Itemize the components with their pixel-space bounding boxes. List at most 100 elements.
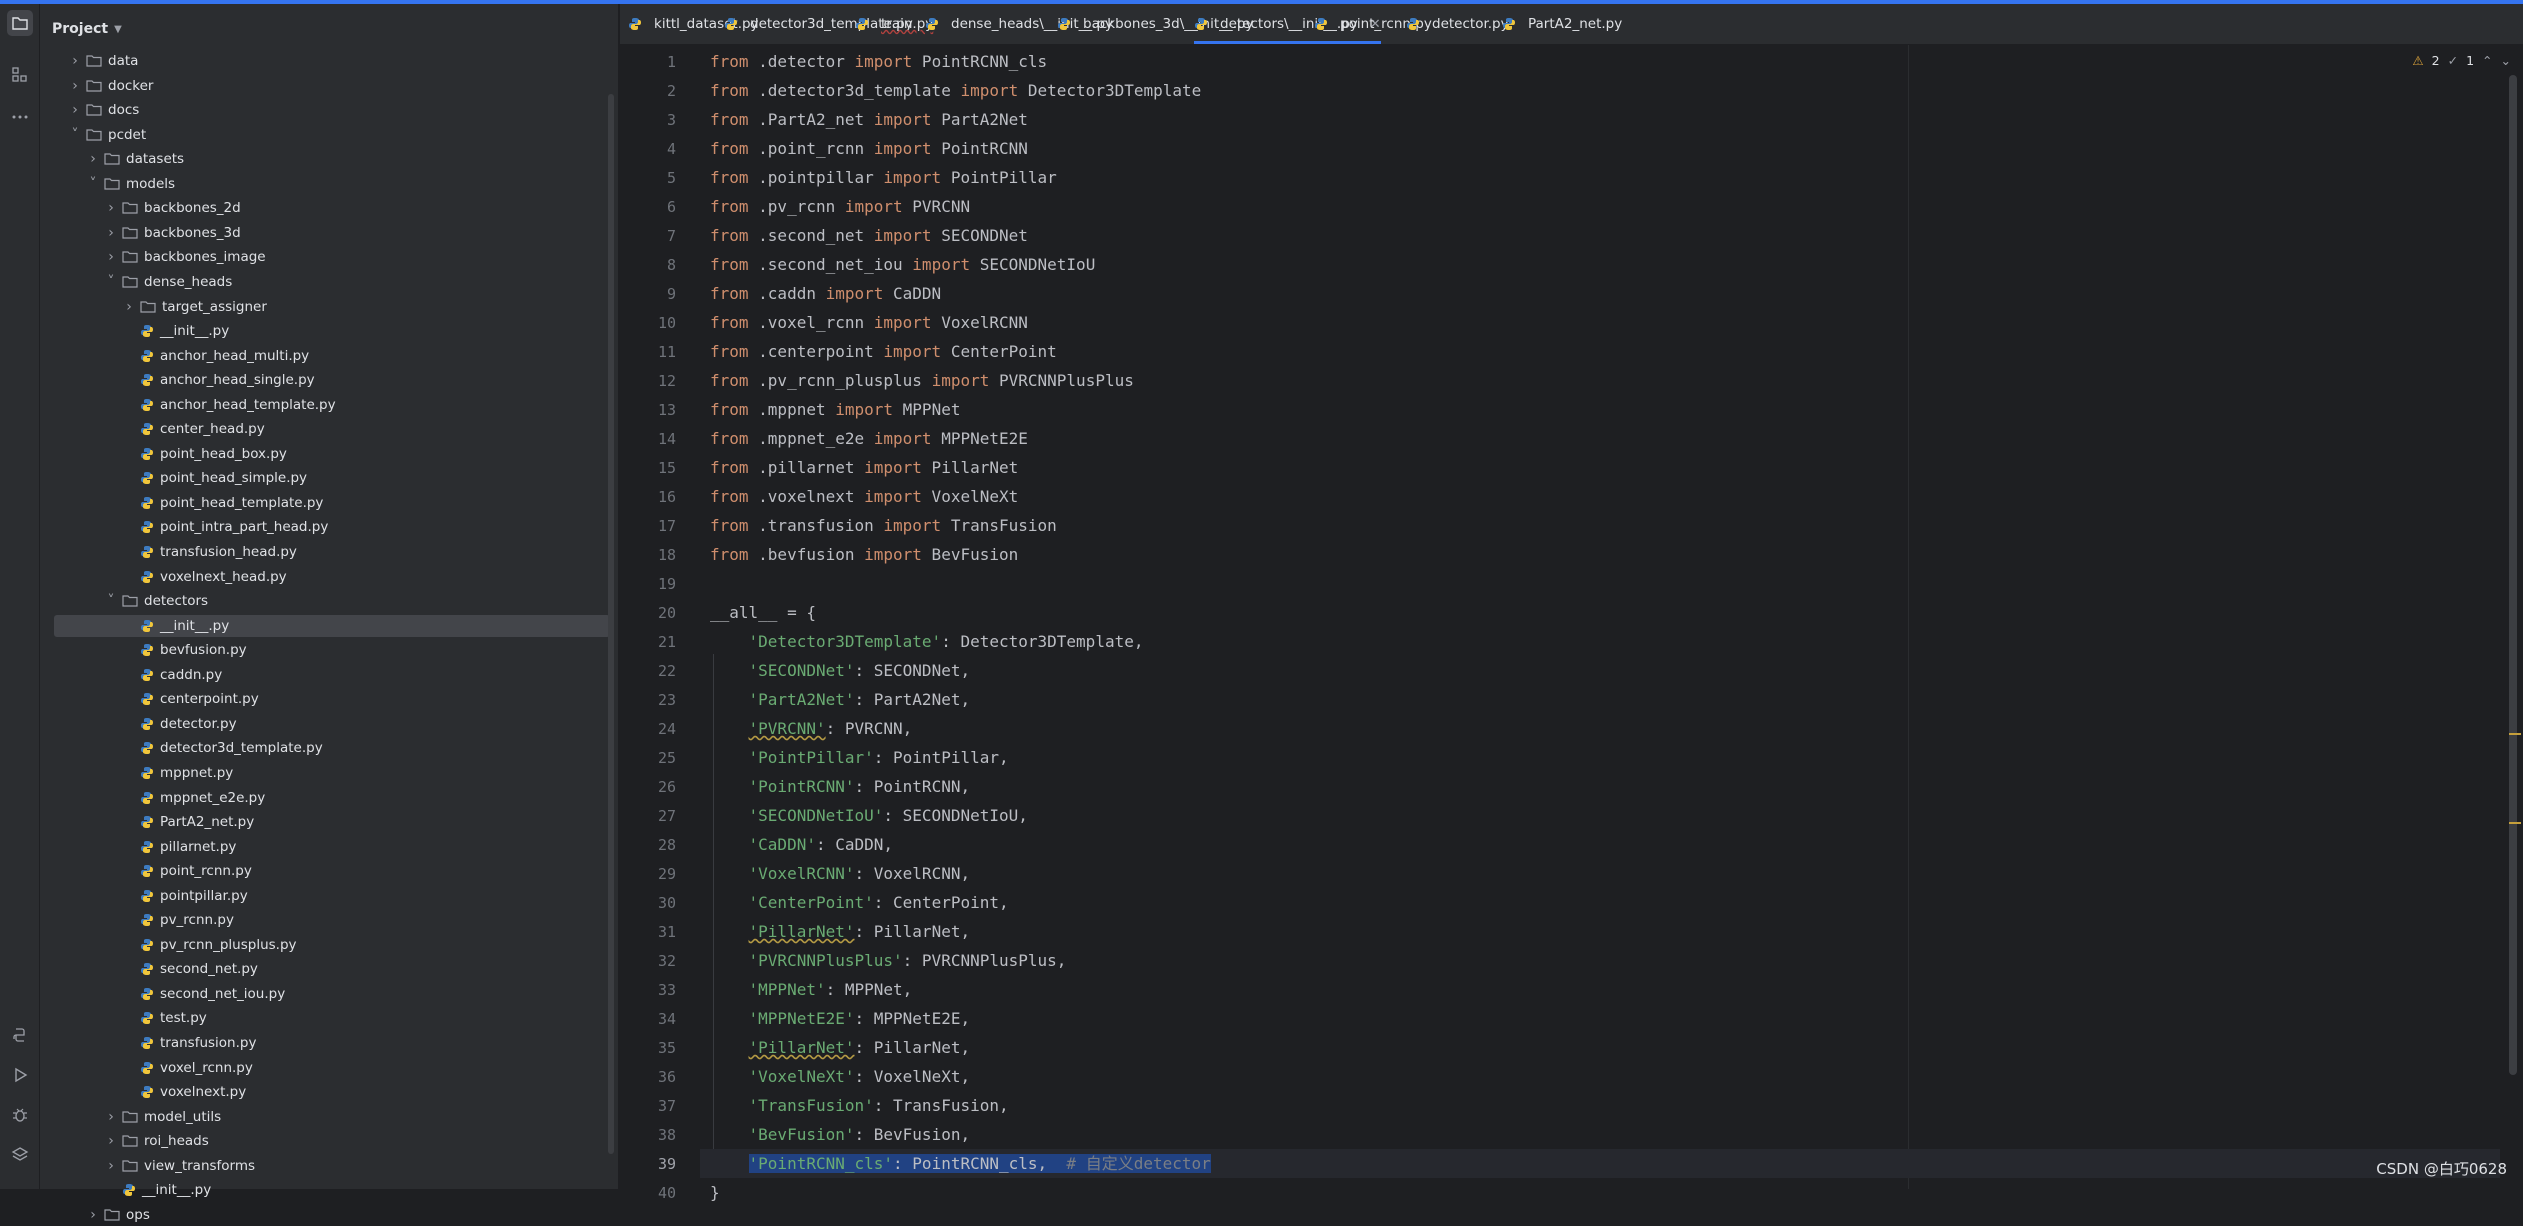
tree-file[interactable]: voxelnext_head.py xyxy=(54,566,610,588)
code-line[interactable]: from .voxel_rcnn import VoxelRCNN xyxy=(710,308,1028,337)
tree-file[interactable]: PartA2_net.py xyxy=(54,811,610,833)
code-line[interactable]: from .mppnet_e2e import MPPNetE2E xyxy=(710,424,1028,453)
chevron-right-icon[interactable]: › xyxy=(86,151,100,167)
code-line[interactable]: 'TransFusion': TransFusion, xyxy=(710,1091,1009,1120)
python-packages-button[interactable] xyxy=(7,1022,33,1048)
tree-file[interactable]: transfusion.py xyxy=(54,1032,610,1054)
code-line[interactable]: from .caddn import CaDDN xyxy=(710,279,941,308)
code-line[interactable]: from .mppnet import MPPNet xyxy=(710,395,960,424)
code-line[interactable]: 'PartA2Net': PartA2Net, xyxy=(710,685,971,714)
tree-folder[interactable]: › model_utils xyxy=(54,1106,610,1128)
chevron-down-icon[interactable]: ˅ xyxy=(68,127,82,143)
code-line[interactable]: 'CenterPoint': CenterPoint, xyxy=(710,888,1009,917)
code-line[interactable]: } xyxy=(710,1178,720,1207)
tree-folder[interactable]: › view_transforms xyxy=(54,1155,610,1177)
tree-folder[interactable]: › data xyxy=(54,50,610,72)
chevron-right-icon[interactable]: › xyxy=(104,1158,118,1174)
run-button[interactable] xyxy=(7,1062,33,1088)
chevron-down-icon[interactable]: ˅ xyxy=(104,593,118,609)
warning-stripe-mark[interactable] xyxy=(2509,822,2521,824)
inspection-widget[interactable]: ⚠ 2 ✓ 1 ⌃ ⌄ xyxy=(2412,47,2511,73)
chevron-right-icon[interactable]: › xyxy=(104,225,118,241)
code-line[interactable]: __all__ = { xyxy=(710,598,816,627)
code-line[interactable]: 'MPPNet': MPPNet, xyxy=(710,975,913,1004)
tree-folder[interactable]: › docker xyxy=(54,75,610,97)
tree-folder[interactable]: › ops xyxy=(54,1204,610,1226)
tree-folder[interactable]: › backbones_2d xyxy=(54,197,610,219)
tree-folder[interactable]: ˅ pcdet xyxy=(54,124,610,146)
chevron-down-icon[interactable]: ˅ xyxy=(104,274,118,290)
tree-file[interactable]: point_head_box.py xyxy=(54,443,610,465)
tree-file[interactable]: point_rcnn.py xyxy=(54,860,610,882)
tree-file[interactable]: second_net_iou.py xyxy=(54,983,610,1005)
tree-file[interactable]: pointpillar.py xyxy=(54,885,610,907)
tree-folder[interactable]: › backbones_3d xyxy=(54,222,610,244)
chevron-right-icon[interactable]: › xyxy=(122,299,136,315)
code-line[interactable]: 'CaDDN': CaDDN, xyxy=(710,830,894,859)
tree-file[interactable]: mppnet_e2e.py xyxy=(54,787,610,809)
chevron-up-icon[interactable]: ⌃ xyxy=(2482,53,2492,68)
layers-button[interactable] xyxy=(7,1142,33,1168)
more-tools-button[interactable] xyxy=(7,104,33,130)
code-line[interactable]: from .centerpoint import CenterPoint xyxy=(710,337,1057,366)
code-line[interactable]: from .second_net_iou import SECONDNetIoU xyxy=(710,250,1095,279)
project-scrollbar[interactable] xyxy=(608,94,614,1154)
tree-file[interactable]: centerpoint.py xyxy=(54,688,610,710)
code-line[interactable]: 'VoxelRCNN': VoxelRCNN, xyxy=(710,859,971,888)
warning-stripe-mark[interactable] xyxy=(2509,733,2521,735)
project-panel-header[interactable]: Project ▼ xyxy=(52,14,122,44)
code-line[interactable]: 'BevFusion': BevFusion, xyxy=(710,1120,971,1149)
structure-tool-button[interactable] xyxy=(7,62,33,88)
code-line[interactable]: from .transfusion import TransFusion xyxy=(710,511,1057,540)
code-line[interactable]: 'Detector3DTemplate': Detector3DTemplate… xyxy=(710,627,1144,656)
code-line[interactable]: from .point_rcnn import PointRCNN xyxy=(710,134,1028,163)
code-line[interactable]: from .detector3d_template import Detecto… xyxy=(710,76,1201,105)
chevron-right-icon[interactable]: › xyxy=(104,200,118,216)
code-line[interactable]: from .pillarnet import PillarNet xyxy=(710,453,1018,482)
editor-scrollbar[interactable] xyxy=(2509,75,2517,1075)
code-line[interactable]: from .PartA2_net import PartA2Net xyxy=(710,105,1028,134)
tree-file[interactable]: voxelnext.py xyxy=(54,1081,610,1103)
editor-tab[interactable]: PartA2_net.py xyxy=(1502,4,1622,44)
code-line[interactable]: 'PVRCNN': PVRCNN, xyxy=(710,714,913,743)
tree-folder[interactable]: ˅ models xyxy=(54,173,610,195)
tree-file[interactable]: __init__.py xyxy=(54,320,610,342)
tree-folder[interactable]: › docs xyxy=(54,99,610,121)
chevron-right-icon[interactable]: › xyxy=(68,102,82,118)
tree-file[interactable]: transfusion_head.py xyxy=(54,541,610,563)
chevron-down-icon[interactable]: ⌄ xyxy=(2501,53,2511,68)
tree-file[interactable]: pillarnet.py xyxy=(54,836,610,858)
code-line[interactable]: 'PointRCNN': PointRCNN, xyxy=(710,772,971,801)
tree-file[interactable]: bevfusion.py xyxy=(54,639,610,661)
tree-folder[interactable]: ˅ detectors xyxy=(54,590,610,612)
code-line[interactable]: 'SECONDNetIoU': SECONDNetIoU, xyxy=(710,801,1028,830)
tree-file[interactable]: detector.py xyxy=(54,713,610,735)
code-line[interactable]: 'MPPNetE2E': MPPNetE2E, xyxy=(710,1004,971,1033)
tree-file[interactable]: anchor_head_single.py xyxy=(54,369,610,391)
tree-file[interactable]: mppnet.py xyxy=(54,762,610,784)
code-line[interactable]: 'VoxelNeXt': VoxelNeXt, xyxy=(710,1062,971,1091)
tree-file[interactable]: caddn.py xyxy=(54,664,610,686)
tree-file[interactable]: detector3d_template.py xyxy=(54,737,610,759)
code-line[interactable]: 'PillarNet': PillarNet, xyxy=(710,1033,971,1062)
code-line[interactable]: 'PointPillar': PointPillar, xyxy=(710,743,1009,772)
code-line[interactable]: from .voxelnext import VoxelNeXt xyxy=(710,482,1018,511)
chevron-right-icon[interactable]: › xyxy=(104,1109,118,1125)
code-line[interactable]: 'PVRCNNPlusPlus': PVRCNNPlusPlus, xyxy=(710,946,1067,975)
project-tool-button[interactable] xyxy=(7,10,33,36)
code-editor[interactable]: 1 2 3 4 5 6 7 8 9 10 11 12 13 14 15 16 17 18 19 20 21 22 23 24 2… xyxy=(620,45,2523,1202)
chevron-right-icon[interactable]: › xyxy=(68,53,82,69)
code-line[interactable]: from .pv_rcnn_plusplus import PVRCNNPlus… xyxy=(710,366,1134,395)
tree-file[interactable]: anchor_head_template.py xyxy=(54,394,610,416)
tree-file[interactable]: point_head_template.py xyxy=(54,492,610,514)
tree-folder[interactable]: › roi_heads xyxy=(54,1130,610,1152)
chevron-right-icon[interactable]: › xyxy=(86,1207,100,1223)
chevron-right-icon[interactable]: › xyxy=(104,249,118,265)
code-line[interactable]: 'PillarNet': PillarNet, xyxy=(710,917,971,946)
tree-folder[interactable]: ˅ dense_heads xyxy=(54,271,610,293)
tree-file[interactable]: second_net.py xyxy=(54,958,610,980)
editor-tab[interactable]: detector.py xyxy=(1406,4,1509,44)
code-line[interactable]: 'SECONDNet': SECONDNet, xyxy=(710,656,971,685)
code-line[interactable]: from .detector import PointRCNN_cls xyxy=(710,47,1047,76)
tree-folder[interactable]: › backbones_image xyxy=(54,246,610,268)
